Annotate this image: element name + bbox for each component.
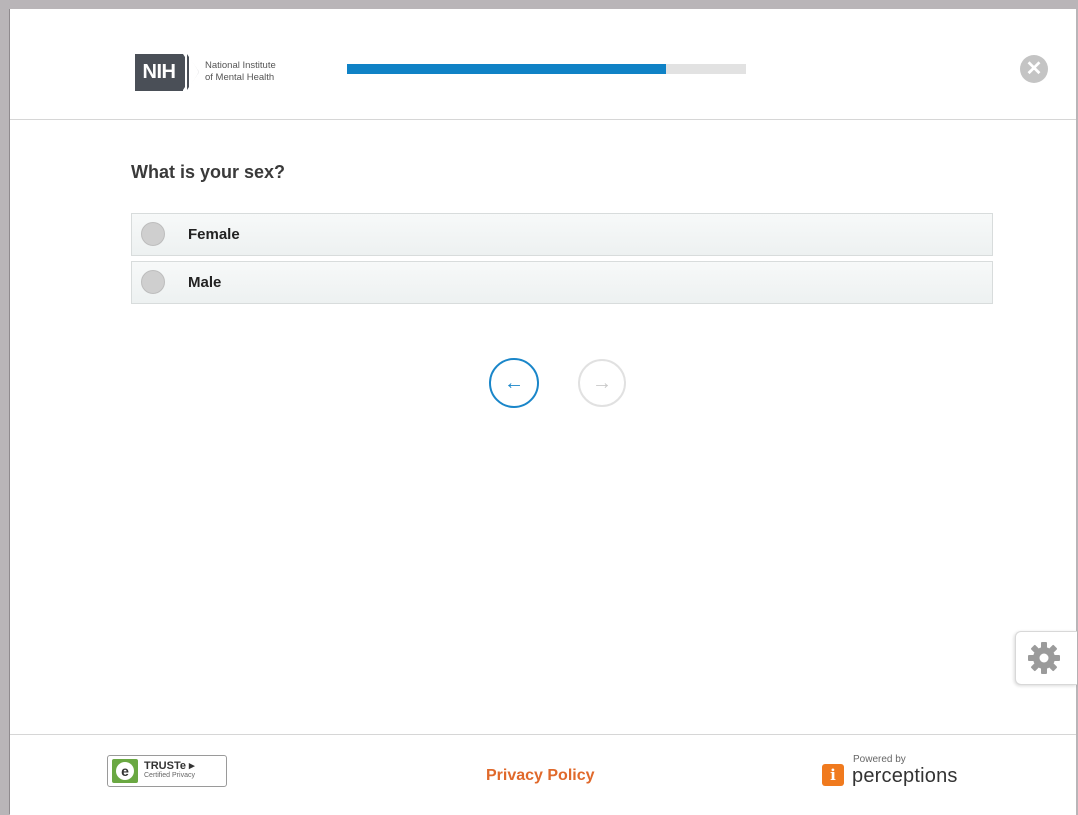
radio-button-female[interactable] bbox=[141, 222, 165, 246]
gear-icon bbox=[1028, 642, 1060, 674]
privacy-policy-link[interactable]: Privacy Policy bbox=[486, 767, 595, 785]
nih-logo-org-name: National Institute of Mental Health bbox=[205, 60, 315, 84]
arrow-right-icon: → bbox=[592, 372, 612, 394]
settings-button[interactable] bbox=[1015, 631, 1077, 685]
answer-label-female: Female bbox=[188, 226, 240, 243]
perceptions-brand: perceptions bbox=[852, 765, 958, 787]
question-title: What is your sex? bbox=[131, 162, 286, 182]
org-name-line-1: National Institute bbox=[205, 60, 276, 71]
powered-by-perceptions-logo[interactable]: i Powered by perceptions bbox=[822, 751, 982, 791]
nih-logo: NIH National Institute of Mental Health bbox=[135, 46, 315, 100]
close-icon: ✕ bbox=[1025, 58, 1043, 80]
progress-bar bbox=[347, 64, 746, 74]
truste-badge[interactable]: e TRUSTe ▸ Certified Privacy bbox=[107, 755, 227, 787]
nih-logo-acronym: NIH bbox=[135, 54, 183, 91]
survey-window: NIH National Institute of Mental Health … bbox=[9, 9, 1077, 815]
next-button[interactable]: → bbox=[578, 359, 626, 407]
answer-option-male[interactable]: Male bbox=[131, 261, 993, 304]
radio-button-male[interactable] bbox=[141, 270, 165, 294]
answer-label-male: Male bbox=[188, 274, 222, 291]
survey-header: NIH National Institute of Mental Health … bbox=[10, 9, 1076, 120]
powered-by-label: Powered by bbox=[853, 754, 906, 765]
org-name-line-2: of Mental Health bbox=[205, 72, 275, 83]
answer-option-female[interactable]: Female bbox=[131, 213, 993, 256]
progress-bar-fill bbox=[347, 64, 667, 74]
survey-footer: e TRUSTe ▸ Certified Privacy Privacy Pol… bbox=[10, 734, 1076, 815]
back-button[interactable]: ← bbox=[489, 358, 539, 408]
close-button[interactable]: ✕ bbox=[1020, 55, 1048, 83]
arrow-left-icon: ← bbox=[504, 372, 524, 394]
truste-subtitle: Certified Privacy bbox=[144, 772, 195, 779]
perceptions-logo-icon: i bbox=[822, 764, 844, 786]
truste-logo-icon: e bbox=[112, 759, 138, 783]
truste-brand: TRUSTe ▸ bbox=[144, 760, 195, 772]
